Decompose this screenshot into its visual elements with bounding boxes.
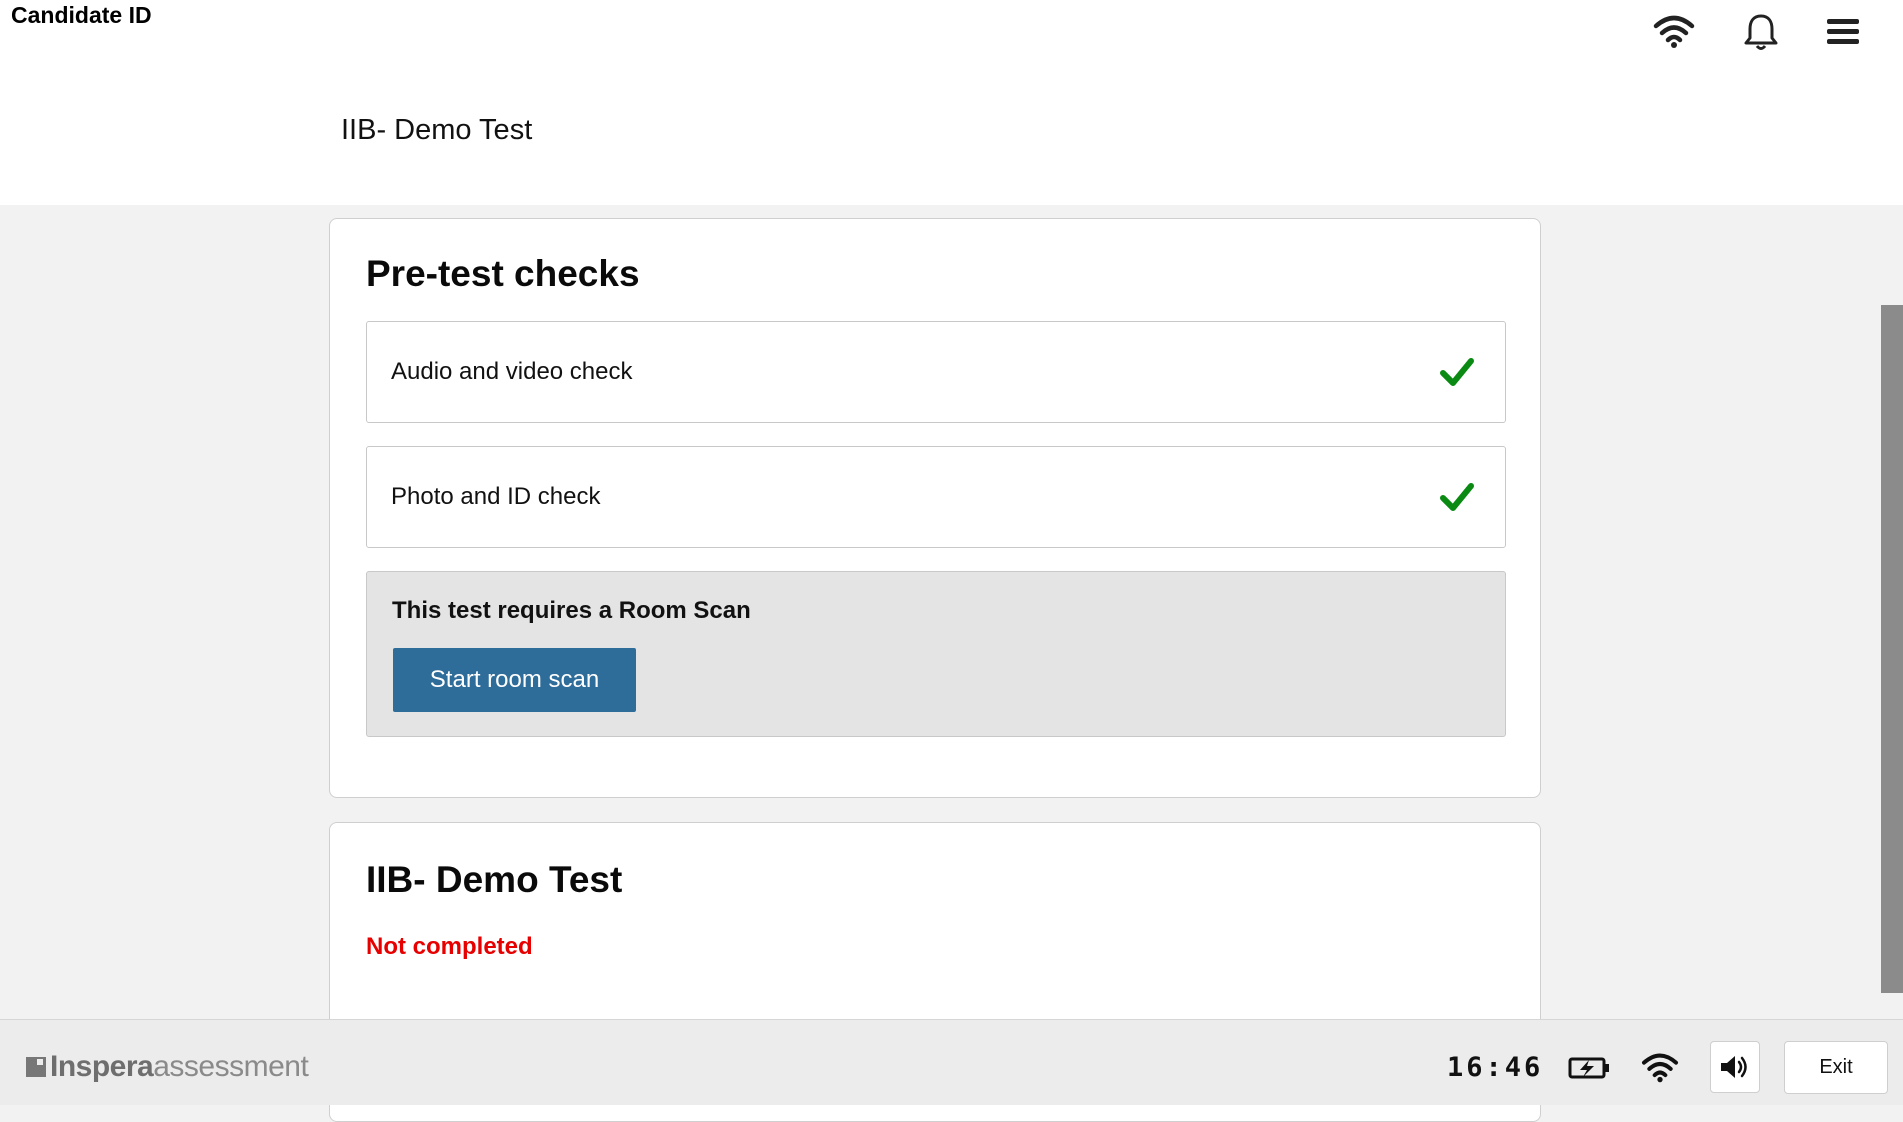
wifi-icon[interactable] [1650, 8, 1698, 56]
pretest-card: Pre-test checks Audio and video check Ph… [329, 218, 1541, 798]
battery-charging-icon [1567, 1050, 1611, 1086]
header-bar: Candidate ID IIB- Demo Test [0, 0, 1903, 205]
brand-name: Inspera [50, 1050, 154, 1083]
page-title: IIB- Demo Test [341, 114, 533, 146]
pretest-title: Pre-test checks [366, 253, 640, 294]
room-scan-message: This test requires a Room Scan [392, 597, 751, 624]
start-room-scan-button[interactable]: Start room scan [393, 648, 636, 712]
audio-video-check-row[interactable]: Audio and video check [366, 321, 1506, 423]
room-scan-panel: This test requires a Room Scan Start roo… [366, 571, 1506, 737]
menu-icon[interactable] [1819, 8, 1867, 56]
candidate-id-label: Candidate ID [11, 2, 152, 28]
clock: 16:46 [1447, 1052, 1544, 1083]
photo-id-check-row[interactable]: Photo and ID check [366, 446, 1506, 548]
exit-button[interactable]: Exit [1784, 1041, 1888, 1094]
wifi-icon [1638, 1050, 1682, 1086]
status-label: Not completed [366, 933, 533, 960]
volume-button[interactable] [1710, 1041, 1760, 1093]
inspera-logo: Inspera assessment [26, 1050, 309, 1084]
test-card-title: IIB- Demo Test [366, 859, 623, 900]
checkmark-icon [1440, 358, 1474, 386]
checkmark-icon [1440, 483, 1474, 511]
scrollbar[interactable] [1881, 305, 1903, 993]
brand-suffix: assessment [153, 1050, 309, 1083]
bell-icon[interactable] [1737, 8, 1785, 56]
volume-icon [1721, 1056, 1747, 1078]
check-label: Photo and ID check [391, 483, 601, 510]
logo-mark-icon [26, 1057, 46, 1077]
footer-bar: Inspera assessment 16:46 Exit [0, 1019, 1903, 1105]
check-label: Audio and video check [391, 358, 633, 385]
